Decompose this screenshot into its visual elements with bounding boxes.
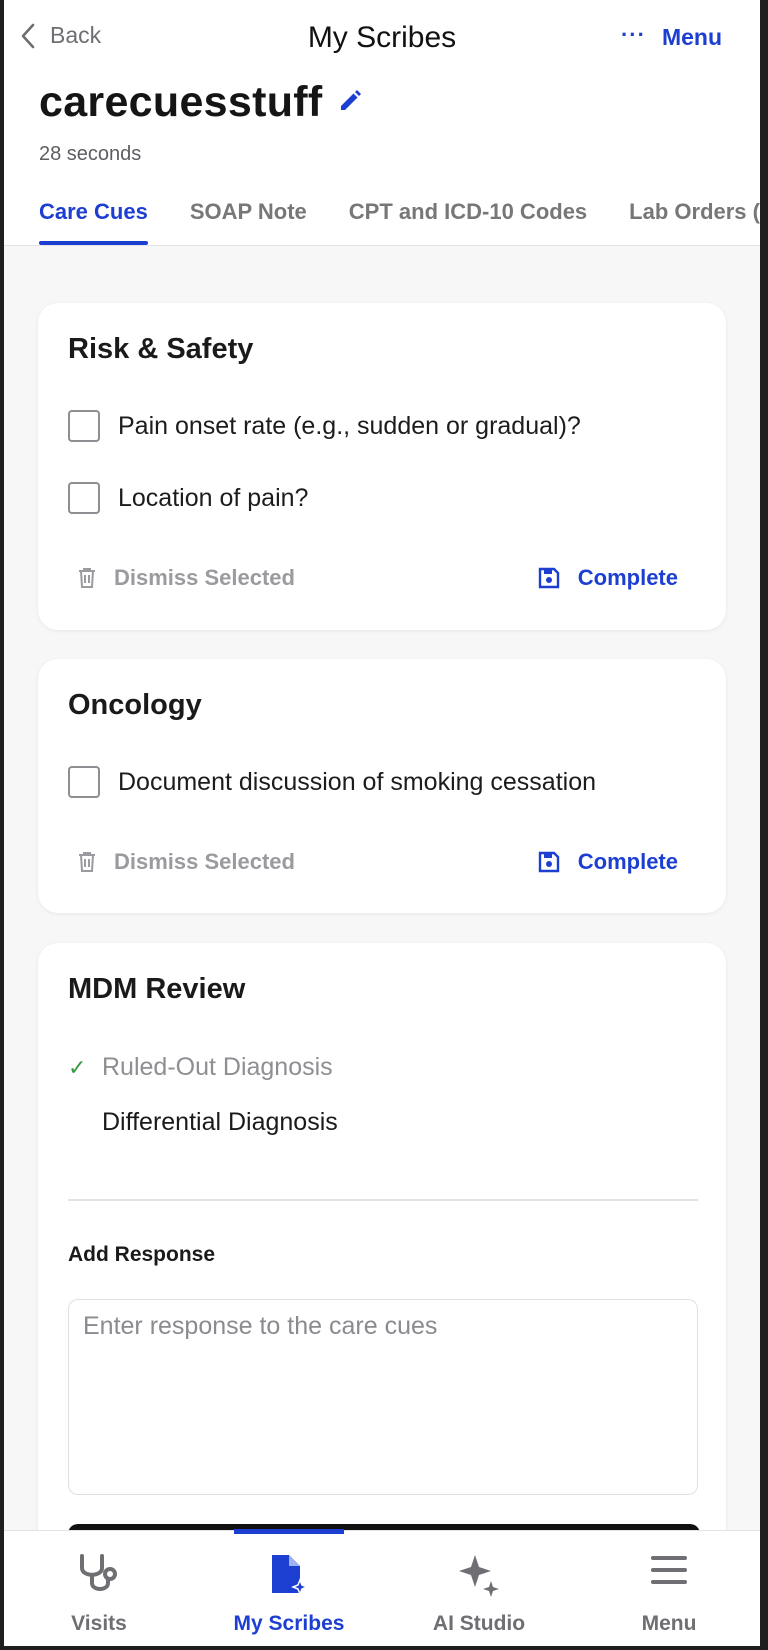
- cue-checkbox[interactable]: [68, 410, 100, 442]
- active-tab-indicator: [234, 1529, 344, 1534]
- cue-label: Location of pain?: [118, 483, 309, 512]
- dismiss-label: Dismiss Selected: [114, 565, 295, 590]
- scribe-duration: 28 seconds: [39, 143, 142, 165]
- complete-button[interactable]: Complete: [538, 849, 678, 875]
- sparkle-icon: [459, 1555, 499, 1597]
- divider: [68, 1199, 698, 1201]
- hamburger-icon: [651, 1556, 687, 1584]
- nav-label: Menu: [641, 1612, 697, 1635]
- menu-label: Menu: [661, 24, 722, 50]
- save-icon: [538, 567, 559, 589]
- scribe-document-icon: [272, 1555, 309, 1597]
- nav-menu[interactable]: Menu: [574, 1531, 760, 1646]
- dismiss-selected-button[interactable]: Dismiss Selected: [78, 849, 295, 875]
- mdm-item-differential: Differential Diagnosis: [68, 1108, 338, 1137]
- more-dots-icon: ···: [620, 21, 646, 47]
- card-title: Risk & Safety: [68, 333, 254, 365]
- complete-label: Complete: [577, 849, 678, 874]
- mdm-item-label: Ruled-Out Diagnosis: [102, 1053, 333, 1081]
- tab-cpt-icd10-codes[interactable]: CPT and ICD-10 Codes: [349, 199, 587, 245]
- tab-soap-note[interactable]: SOAP Note: [190, 199, 307, 245]
- nav-label: My Scribes: [233, 1612, 345, 1635]
- cue-checkbox[interactable]: [68, 482, 100, 514]
- trash-icon: [79, 568, 95, 588]
- nav-label: Visits: [71, 1612, 127, 1635]
- stethoscope-icon: [80, 1554, 117, 1591]
- add-response-label: Add Response: [68, 1243, 216, 1266]
- cue-label: Pain onset rate (e.g., sudden or gradual…: [118, 411, 581, 440]
- tab-bar: Care Cues SOAP Note CPT and ICD-10 Codes…: [39, 199, 760, 245]
- edit-pencil-icon[interactable]: [338, 89, 362, 118]
- nav-label: AI Studio: [432, 1612, 526, 1635]
- card-title: Oncology: [68, 689, 202, 721]
- scribe-title: carecuesstuff: [39, 78, 323, 126]
- menu-button[interactable]: ··· Menu: [620, 21, 722, 51]
- cue-item: Location of pain?: [68, 482, 308, 514]
- header: Back My Scribes ··· Menu carecuesstuff 2…: [4, 0, 760, 246]
- card-title: MDM Review: [68, 973, 246, 1005]
- dismiss-selected-button[interactable]: Dismiss Selected: [78, 565, 295, 591]
- mdm-item-label: Differential Diagnosis: [102, 1108, 338, 1136]
- cue-item: Document discussion of smoking cessation: [68, 766, 596, 798]
- save-icon: [538, 851, 559, 873]
- cue-checkbox[interactable]: [68, 766, 100, 798]
- complete-label: Complete: [577, 565, 678, 590]
- complete-button[interactable]: Complete: [538, 565, 678, 591]
- nav-ai-studio[interactable]: AI Studio: [384, 1531, 574, 1646]
- response-textarea[interactable]: [68, 1299, 698, 1495]
- dismiss-label: Dismiss Selected: [114, 849, 295, 874]
- nav-my-scribes[interactable]: My Scribes: [194, 1529, 384, 1646]
- tab-lab-orders[interactable]: Lab Orders (A: [629, 199, 760, 245]
- cue-label: Document discussion of smoking cessation: [118, 767, 597, 796]
- risk-safety-card: Risk & Safety Pain onset rate (e.g., sud…: [38, 303, 726, 630]
- mdm-item-ruled-out: ✓ Ruled-Out Diagnosis: [68, 1053, 333, 1082]
- top-bar: Back My Scribes ··· Menu: [4, 0, 760, 80]
- bottom-nav: Visits My Scribes AI Studio Menu: [4, 1529, 760, 1646]
- tab-care-cues[interactable]: Care Cues: [39, 199, 148, 245]
- checkmark-icon: ✓: [68, 1054, 87, 1080]
- app-screen: Back My Scribes ··· Menu carecuesstuff 2…: [4, 0, 760, 1646]
- mdm-review-card: MDM Review ✓ Ruled-Out Diagnosis Differe…: [38, 943, 726, 1583]
- oncology-card: Oncology Document discussion of smoking …: [38, 659, 726, 913]
- cue-item: Pain onset rate (e.g., sudden or gradual…: [68, 410, 581, 442]
- trash-icon: [79, 852, 95, 872]
- nav-visits[interactable]: Visits: [4, 1531, 194, 1646]
